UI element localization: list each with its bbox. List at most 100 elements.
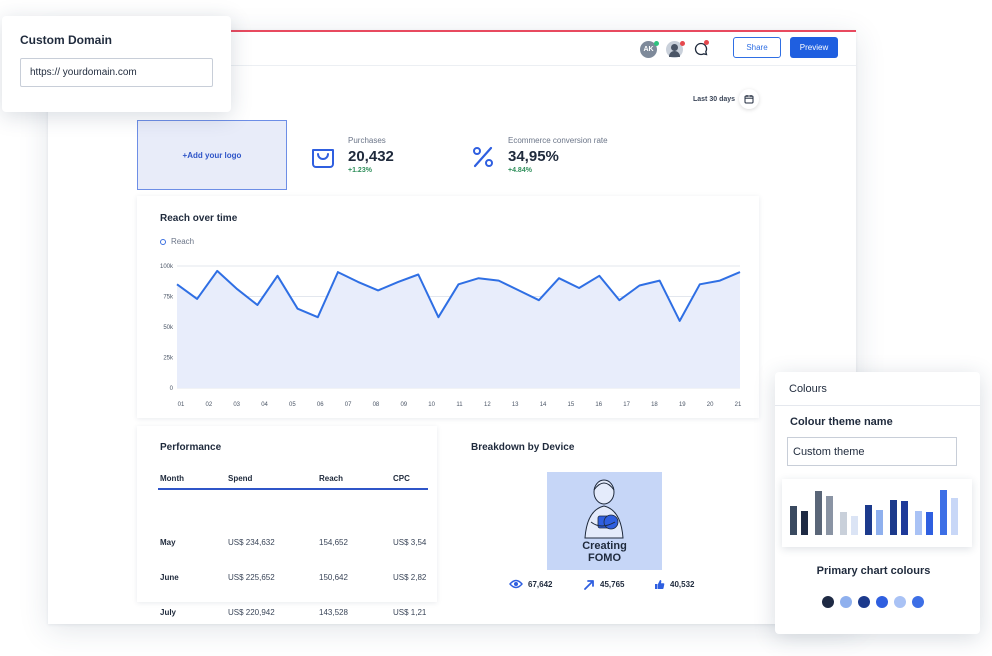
custom-domain-title: Custom Domain	[20, 33, 113, 47]
preview-bar	[951, 498, 958, 535]
x-tick-label: 16	[595, 402, 602, 408]
arrow-icon	[584, 580, 594, 590]
colour-swatch[interactable]	[840, 596, 852, 608]
table-cell-month: May	[160, 538, 176, 547]
x-tick-label: 09	[400, 402, 407, 408]
x-tick-label: 02	[206, 402, 213, 408]
performance-table-card: Performance Month Spend Reach CPC May US…	[137, 426, 437, 617]
x-tick-label: 01	[178, 402, 185, 408]
table-cell-cpc: US$ 2,82	[393, 573, 427, 582]
colours-panel-header: Colours	[789, 383, 827, 395]
preview-bar	[865, 505, 872, 535]
kpi-label: Ecommerce conversion rate	[508, 136, 608, 145]
shopping-bag-icon	[312, 149, 334, 168]
x-tick-label: 04	[261, 402, 268, 408]
reach-chart-card: Reach over time Reach 100k 75k 50k 25k 0 01 02…	[137, 196, 759, 418]
custom-domain-panel: Custom Domain https:// yourdomain.com	[2, 16, 231, 112]
preview-bar	[801, 511, 808, 535]
colour-theme-name-input[interactable]: Custom theme	[787, 437, 957, 466]
kpi-label: Purchases	[348, 136, 386, 145]
column-header-spend[interactable]: Spend	[228, 474, 252, 483]
y-tick-label: 100k	[160, 264, 174, 270]
table-cell-spend: US$ 225,652	[228, 573, 275, 582]
preview-bar	[815, 491, 822, 535]
preview-button[interactable]: Preview	[790, 37, 838, 58]
x-tick-label: 18	[651, 402, 658, 408]
y-tick-label: 25k	[163, 356, 174, 362]
calendar-button[interactable]	[739, 89, 759, 109]
x-tick-label: 11	[456, 402, 463, 408]
x-tick-label: 12	[484, 402, 491, 408]
preview-bar	[851, 516, 858, 535]
table-cell-month: June	[160, 573, 179, 582]
x-tick-label: 15	[568, 402, 575, 408]
header-underline	[158, 488, 428, 490]
x-tick-label: 08	[373, 402, 380, 408]
table-cell-reach: 143,528	[319, 608, 348, 617]
kpi-change: +4.84%	[508, 167, 532, 174]
thumbs-up-icon	[655, 580, 665, 589]
avatar-initials: AK	[643, 46, 654, 53]
table-cell-cpc: US$ 1,21	[393, 608, 427, 617]
table-cell-spend: US$ 220,942	[228, 608, 275, 617]
preview-bar	[940, 490, 947, 535]
kpi-conversion-rate: Ecommerce conversion rate 34,95% +4.84%	[458, 120, 758, 190]
stat-clicks: 45,765	[584, 579, 624, 590]
colour-swatch[interactable]	[822, 596, 834, 608]
colours-panel: Colours Colour theme name Custom theme P…	[775, 372, 980, 634]
stat-value: 67,642	[528, 579, 553, 589]
preview-bar	[840, 512, 847, 535]
performance-title: Performance	[160, 442, 222, 453]
x-tick-label: 06	[317, 402, 324, 408]
notification-dot	[680, 41, 685, 46]
image-caption-line: Creating	[582, 540, 627, 552]
preview-bar	[901, 501, 908, 535]
column-header-reach[interactable]: Reach	[319, 474, 343, 483]
preview-bar	[826, 496, 833, 535]
colour-swatch[interactable]	[912, 596, 924, 608]
primary-chart-colours-label: Primary chart colours	[816, 565, 931, 577]
column-header-cpc[interactable]: CPC	[393, 474, 410, 483]
x-tick-label: 21	[735, 402, 742, 408]
creating-fomo-illustration: Creating FOMO	[547, 472, 662, 570]
kpi-change: +1.23%	[348, 167, 372, 174]
domain-url-input[interactable]: https:// yourdomain.com	[20, 58, 213, 87]
reach-area-fill	[177, 270, 740, 388]
divider	[775, 405, 980, 406]
chat-notification-dot	[704, 40, 709, 45]
colour-theme-name-label: Colour theme name	[790, 416, 893, 428]
stat-views: 67,642	[509, 579, 552, 589]
colour-swatch[interactable]	[858, 596, 870, 608]
stat-value: 40,532	[670, 580, 695, 589]
x-tick-label: 17	[623, 402, 630, 408]
device-breakdown-title: Breakdown by Device	[471, 442, 575, 453]
preview-bar	[876, 510, 883, 535]
table-cell-cpc: US$ 3,54	[393, 538, 427, 547]
device-breakdown-card: Breakdown by Device Creating FOMO 67,642…	[456, 426, 759, 602]
table-cell-month: July	[160, 608, 177, 617]
colour-swatch[interactable]	[876, 596, 888, 608]
reach-area-chart: 100k 75k 50k 25k 0 01 02 03 04 05 06 07 08 09 10 11 12 13…	[160, 264, 742, 408]
table-cell-reach: 150,642	[319, 573, 348, 582]
table-cell-spend: US$ 234,632	[228, 538, 275, 547]
online-status-dot	[654, 41, 659, 46]
x-tick-label: 03	[233, 402, 240, 408]
preview-bar	[790, 506, 797, 535]
y-tick-label: 50k	[163, 325, 174, 331]
eye-icon	[509, 579, 523, 589]
share-button[interactable]: Share	[733, 37, 781, 58]
y-tick-label: 0	[170, 386, 174, 392]
table-cell-reach: 154,652	[319, 538, 348, 547]
column-header-month[interactable]: Month	[160, 474, 184, 483]
dashboard-card: AK Share Preview Last 30 days +Add your …	[48, 30, 856, 624]
x-tick-label: 10	[428, 402, 435, 408]
x-tick-label: 14	[540, 402, 547, 408]
kpi-value: 20,432	[348, 148, 394, 165]
colour-preview-bar-chart	[782, 479, 972, 547]
percent-icon	[473, 146, 493, 168]
colour-swatch[interactable]	[894, 596, 906, 608]
add-logo-button[interactable]: +Add your logo	[137, 120, 287, 190]
image-caption: Creating FOMO	[547, 540, 662, 564]
x-tick-label: 13	[512, 402, 519, 408]
preview-bar	[915, 511, 922, 535]
